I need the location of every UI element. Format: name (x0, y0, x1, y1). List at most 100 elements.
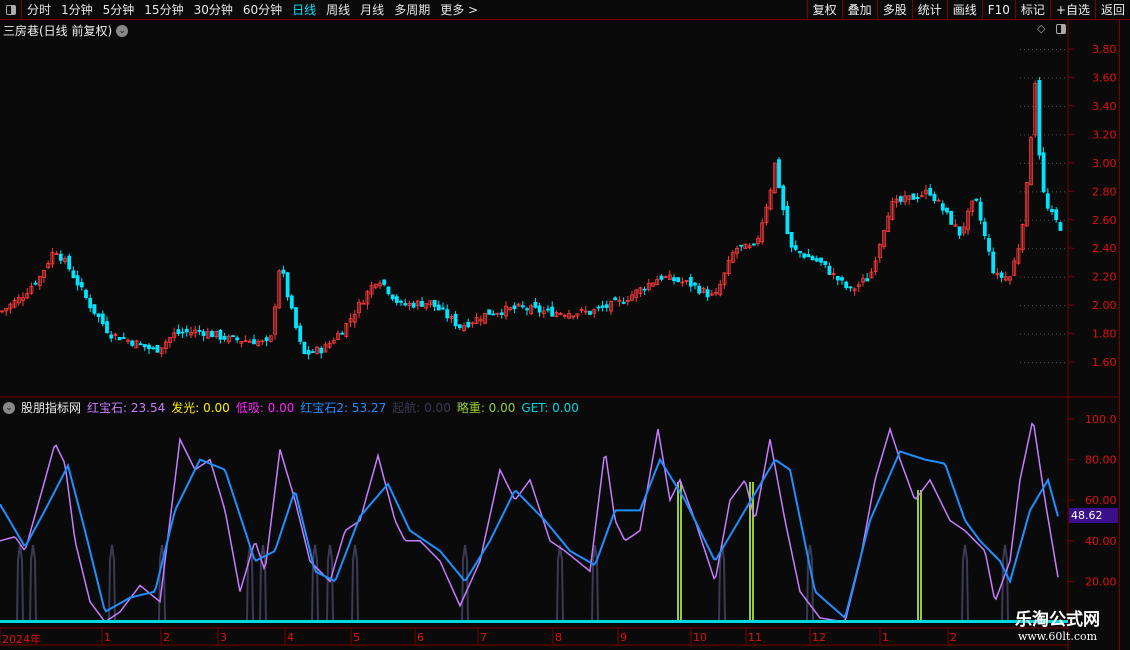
candle (340, 332, 345, 335)
candle (201, 331, 206, 337)
candle (672, 277, 676, 282)
candle (659, 275, 664, 280)
candle (155, 344, 160, 353)
candle (819, 257, 823, 263)
candle (835, 276, 840, 281)
candle (390, 294, 395, 300)
candle (302, 341, 307, 354)
candle (806, 254, 811, 258)
candle (445, 309, 450, 319)
candle (457, 324, 462, 329)
candle (117, 337, 122, 341)
candle (781, 185, 786, 211)
x-tick: 3 (220, 631, 227, 644)
candle (453, 313, 458, 327)
candle (978, 201, 983, 221)
candle (436, 304, 441, 311)
price-tick: 2.80 (1092, 185, 1117, 198)
candle (105, 321, 109, 333)
candle (949, 210, 954, 225)
candle (281, 269, 286, 274)
candle (932, 194, 937, 201)
candle (33, 282, 38, 285)
candle (294, 307, 298, 329)
candle (676, 277, 681, 282)
candle (411, 302, 416, 308)
candle (499, 312, 504, 315)
x-tick: 10 (693, 631, 707, 644)
indicator-value-2: 低吸: 0.00 (235, 401, 295, 415)
candle (138, 343, 143, 346)
x-tick: 6 (417, 631, 424, 644)
candle (1041, 152, 1046, 193)
indicator-value-1: 发光: 0.00 (171, 401, 230, 415)
qihang-spike (16, 544, 24, 623)
price-tick: 1.80 (1092, 328, 1117, 341)
indicator-tick: 100.0 (1085, 413, 1117, 426)
indicator-name[interactable]: 股朋指标网 (21, 399, 81, 416)
candle (802, 253, 807, 258)
candle (525, 308, 529, 311)
indicator-tick: 20.00 (1085, 575, 1117, 588)
candle (252, 339, 256, 345)
candle (785, 205, 790, 235)
candle (306, 350, 311, 355)
candle (777, 159, 781, 188)
indicator-tick: 40.00 (1085, 535, 1117, 548)
candle (298, 325, 303, 342)
candle (79, 282, 84, 288)
candle (697, 285, 702, 294)
x-tick: 2 (950, 631, 957, 644)
candle (176, 329, 181, 334)
candle (184, 328, 189, 333)
indicator-value-6: GET: 0.00 (521, 400, 579, 415)
candle (613, 297, 618, 301)
chart-canvas[interactable]: 3.80 3.60 3.40 3.20 3.00 2.80 2.60 2.40 2.20 2.00… (0, 0, 1130, 650)
candle (693, 282, 697, 286)
candle (310, 351, 315, 353)
candle (92, 304, 97, 314)
price-tick: 3.20 (1092, 128, 1117, 141)
lvezhong-spike (917, 490, 922, 622)
candle (520, 305, 525, 308)
candle (420, 300, 424, 307)
candle (928, 187, 933, 196)
price-tick: 3.00 (1092, 157, 1117, 170)
candle (394, 296, 399, 304)
candle (285, 272, 290, 298)
candle (957, 226, 962, 236)
qihang-spike (961, 544, 969, 623)
candle (991, 251, 996, 274)
candle (235, 337, 240, 341)
indicator-tick: 60.00 (1085, 494, 1117, 507)
candle (382, 279, 387, 285)
candle (974, 198, 979, 201)
candle (898, 196, 903, 202)
candle (793, 245, 798, 250)
right-side-panel[interactable] (1119, 20, 1130, 650)
x-tick: 2 (163, 631, 170, 644)
indicator-value-4: 起航: 0.00 (392, 401, 451, 415)
price-tick: 2.40 (1092, 242, 1117, 255)
candle (588, 310, 592, 315)
candle (100, 313, 105, 325)
candle (848, 286, 853, 289)
qihang-spike (311, 544, 319, 623)
watermark-url: www.60lt.com (1017, 630, 1098, 643)
candle (289, 295, 294, 309)
candle (840, 277, 844, 281)
candle (96, 313, 101, 318)
candle (705, 289, 710, 298)
candle (75, 275, 80, 286)
candle (58, 253, 63, 261)
price-tick: 1.60 (1092, 356, 1117, 369)
price-tick: 3.60 (1092, 71, 1117, 84)
candle (1050, 209, 1054, 213)
candle (823, 261, 828, 265)
chevron-down-icon[interactable]: ⌄ (3, 401, 15, 414)
candle (130, 340, 135, 346)
candle (1037, 80, 1042, 156)
x-tick: 12 (812, 631, 826, 644)
candle (987, 238, 991, 252)
candle (432, 299, 437, 307)
